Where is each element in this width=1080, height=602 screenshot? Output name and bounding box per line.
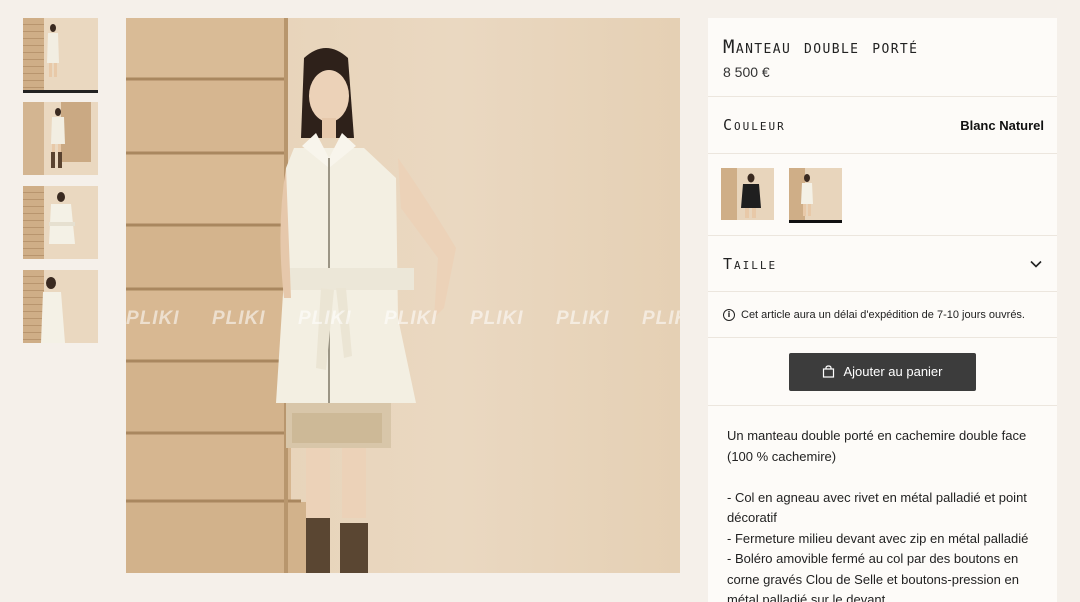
product-main-image[interactable]: PLIKI PLIKI PLIKI PLIKI PLIKI PLIKI PLIK… (126, 18, 680, 573)
color-label: Couleur (723, 116, 786, 134)
chevron-down-icon (1030, 260, 1042, 268)
color-swatches (708, 154, 1057, 236)
description-item: - Col en agneau avec rivet en métal pall… (727, 489, 1027, 526)
thumbnail-gallery (23, 18, 98, 354)
shipping-notice: i Cet article aura un délai d'expédition… (708, 292, 1057, 338)
swatch-black-variant[interactable] (721, 168, 774, 220)
size-label: Taille (723, 254, 778, 273)
shopping-bag-icon (823, 365, 835, 378)
thumbnail-1[interactable] (23, 18, 98, 93)
description-item: - Fermeture milieu devant avec zip en mé… (727, 530, 1029, 546)
cart-section: Ajouter au panier (708, 338, 1057, 406)
description-intro: Un manteau double porté en cachemire dou… (727, 428, 1027, 464)
product-header: Manteau double porté 8 500 € (708, 18, 1057, 97)
info-icon: i (723, 308, 735, 321)
size-selector[interactable]: Taille (708, 236, 1057, 292)
thumbnail-2[interactable] (23, 102, 98, 175)
description-item: - Boléro amovible fermé au col par des b… (727, 551, 1019, 602)
description-list: - Col en agneau avec rivet en métal pall… (727, 488, 1037, 602)
color-row: Couleur Blanc Naturel (708, 97, 1057, 154)
product-description: Un manteau double porté en cachemire dou… (708, 406, 1057, 602)
model-illustration (276, 48, 456, 573)
shipping-notice-text: Cet article aura un délai d'expédition d… (741, 308, 1025, 321)
thumbnail-4[interactable] (23, 270, 98, 343)
color-value: Blanc Naturel (960, 117, 1044, 133)
swatch-white-variant[interactable] (789, 168, 842, 223)
add-to-cart-label: Ajouter au panier (843, 364, 943, 379)
product-price: 8 500 € (723, 64, 770, 80)
product-title: Manteau double porté (723, 36, 919, 58)
thumbnail-3[interactable] (23, 186, 98, 259)
add-to-cart-button[interactable]: Ajouter au panier (789, 352, 976, 391)
product-details-panel: Manteau double porté 8 500 € Couleur Bla… (708, 18, 1057, 602)
wall-illustration (126, 18, 306, 573)
